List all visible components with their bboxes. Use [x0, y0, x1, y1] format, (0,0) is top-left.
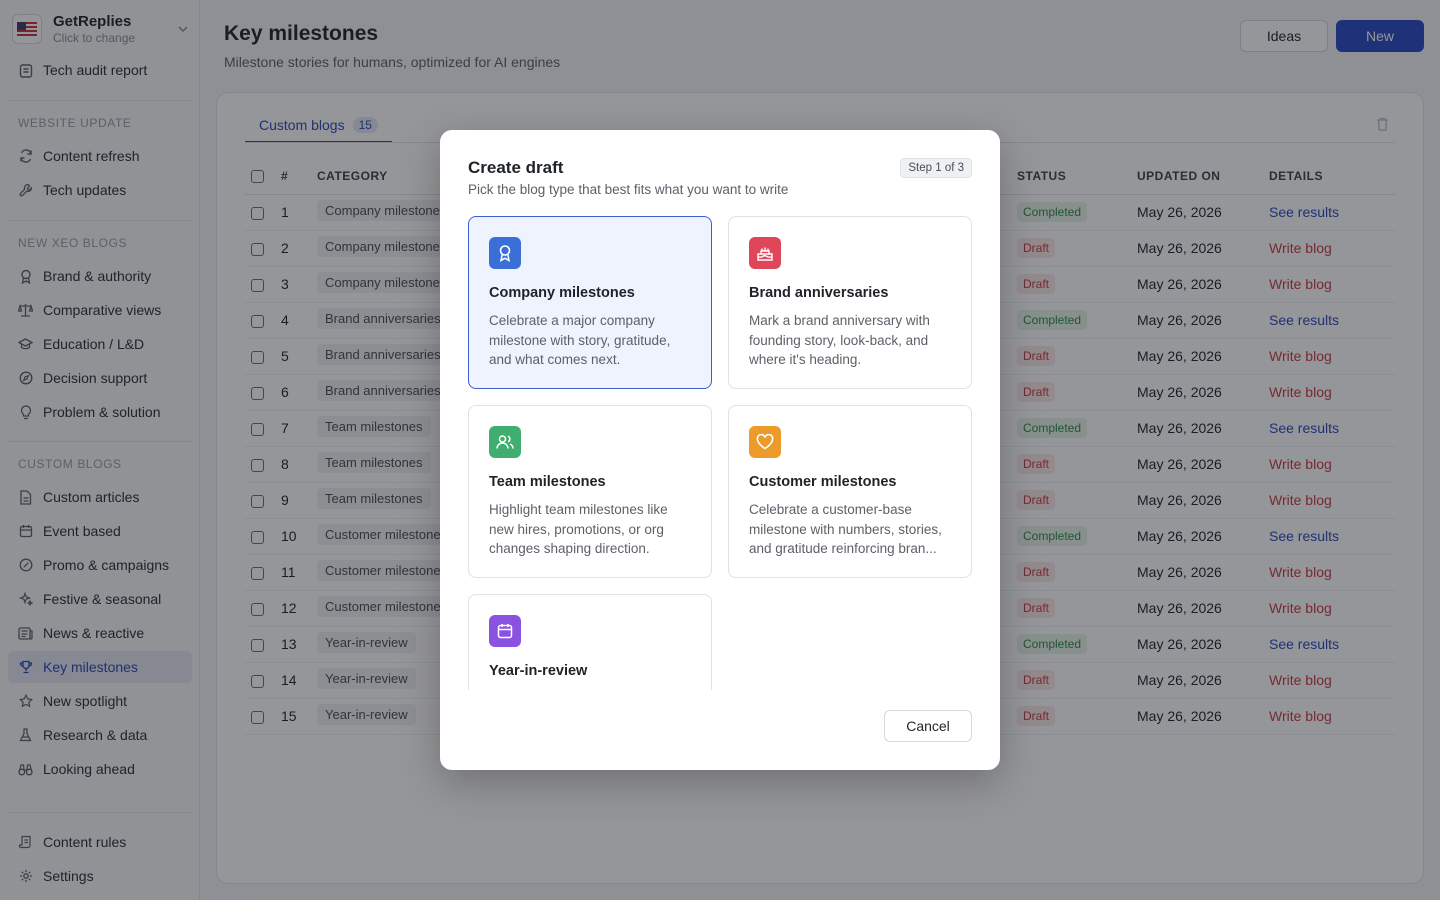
card-description: Mark a brand anniversary with founding s…	[749, 313, 930, 367]
modal-title: Create draft	[468, 158, 564, 177]
blog-type-card-team-milestones[interactable]: Team milestones Highlight team milestones…	[468, 405, 712, 578]
card-description: Celebrate a major company milestone with…	[489, 313, 671, 367]
blog-type-card-year-in-review[interactable]: Year-in-review	[468, 594, 712, 690]
card-description: Celebrate a customer-base milestone with…	[749, 502, 942, 556]
users-icon	[489, 426, 521, 458]
card-title: Team milestones	[489, 474, 606, 490]
card-title: Year-in-review	[489, 663, 588, 679]
heart-icon	[749, 426, 781, 458]
cake-icon	[749, 237, 781, 269]
card-title: Customer milestones	[749, 474, 897, 490]
blog-type-list[interactable]: Company milestones Celebrate a major comp…	[468, 216, 972, 690]
modal-subtitle: Pick the blog type that best fits what y…	[468, 182, 789, 197]
create-draft-modal: Create draft Pick the blog type that bes…	[440, 130, 1000, 770]
blog-type-card-customer-milestones[interactable]: Customer milestones Celebrate a customer-…	[728, 405, 972, 578]
calendar-icon	[489, 615, 521, 647]
card-title: Brand anniversaries	[749, 285, 889, 301]
card-title: Company milestones	[489, 285, 635, 301]
cancel-button[interactable]: Cancel	[884, 710, 972, 742]
award-icon	[489, 237, 521, 269]
blog-type-card-brand-anniversaries[interactable]: Brand anniversaries Mark a brand annivers…	[728, 216, 972, 389]
card-description: Highlight team milestones like new hires…	[489, 502, 668, 556]
blog-type-card-company-milestones[interactable]: Company milestones Celebrate a major comp…	[468, 216, 712, 389]
step-indicator: Step 1 of 3	[900, 158, 972, 178]
